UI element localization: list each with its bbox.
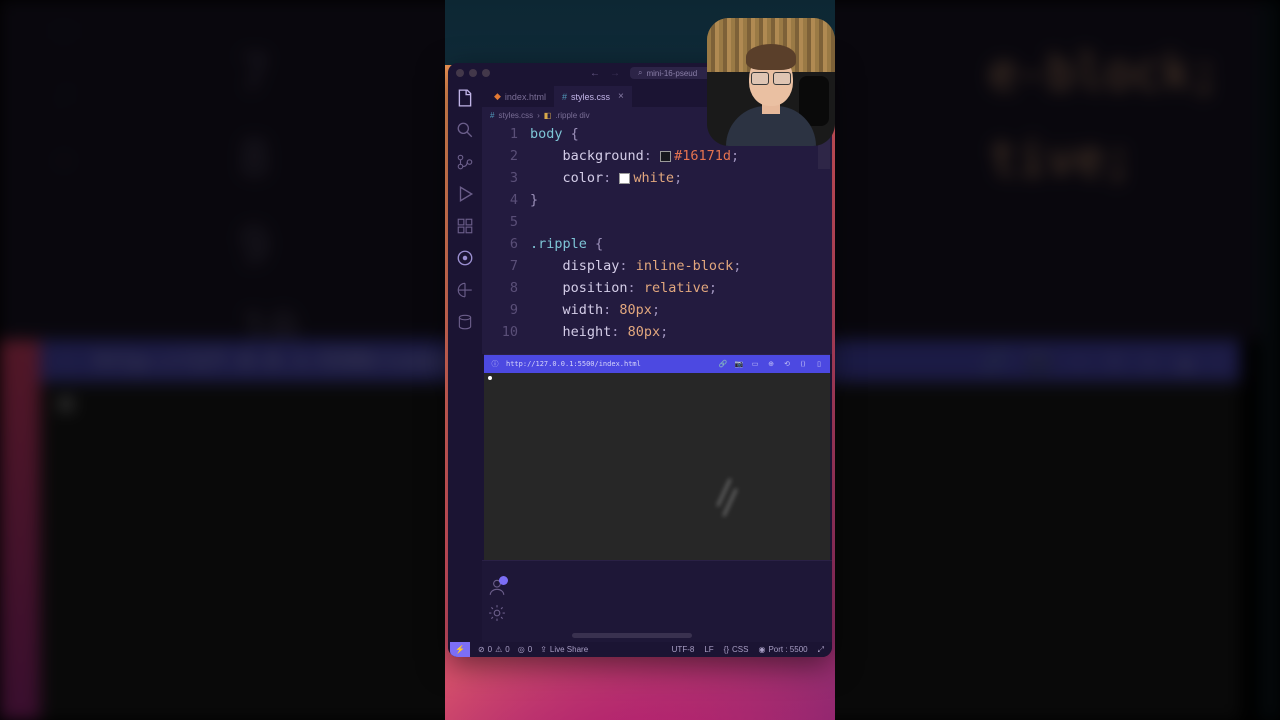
bottom-panel (482, 560, 832, 642)
tab-label: styles.css (571, 92, 610, 102)
info-icon[interactable]: ⓘ (490, 359, 500, 369)
extensions-icon[interactable] (456, 217, 474, 235)
notification-badge (499, 576, 508, 585)
browser-url[interactable]: http://127.0.0.1:5500/index.html (506, 360, 712, 368)
files-icon[interactable] (456, 89, 474, 107)
target-icon[interactable]: ⊕ (766, 359, 776, 369)
horizontal-scrollbar[interactable] (572, 633, 692, 638)
copilot-icon[interactable] (456, 249, 474, 267)
css-file-icon: # (490, 111, 494, 120)
close-icon[interactable] (456, 69, 464, 77)
search-icon[interactable] (456, 121, 474, 139)
minimize-icon[interactable] (469, 69, 477, 77)
foreground-window: ← → ⌕ mini-16-pseud (445, 0, 835, 720)
browser-viewport[interactable] (484, 373, 830, 560)
line-numbers: 12345678910 (482, 123, 530, 354)
language-indicator[interactable]: {}CSS (724, 645, 749, 655)
encoding-indicator[interactable]: UTF-8 (672, 645, 695, 655)
problems-indicator[interactable]: ⊘0 ⚠0 (478, 645, 510, 654)
minimap[interactable] (816, 123, 832, 354)
search-icon: ⌕ (638, 68, 642, 78)
refresh-icon[interactable]: ⟲ (782, 359, 792, 369)
remote-icon[interactable] (456, 281, 474, 299)
browser-toolbar: ⓘ http://127.0.0.1:5500/index.html 🔗 📷 ▭… (484, 355, 830, 373)
code-content[interactable]: body { background: #16171d; color: white… (530, 123, 832, 354)
webcam-overlay (707, 18, 835, 146)
remote-indicator[interactable]: ⚡ (450, 642, 470, 657)
bell-icon[interactable]: ⤢ (818, 645, 824, 655)
inspect-icon[interactable]: ⟨⟩ (798, 359, 808, 369)
account-icon[interactable] (488, 578, 506, 596)
html-file-icon: ◆ (494, 91, 501, 102)
warning-icon: ⚠ (495, 645, 502, 654)
database-icon[interactable] (456, 313, 474, 331)
nav-back-icon[interactable]: ← (590, 68, 600, 79)
breadcrumb-path: .ripple div (555, 111, 589, 120)
broadcast-icon: ◉ (758, 645, 765, 654)
error-icon: ⊘ (478, 645, 485, 654)
maximize-icon[interactable] (482, 69, 490, 77)
close-icon[interactable]: × (618, 91, 624, 102)
ripple-element (488, 376, 492, 380)
traffic-lights[interactable] (456, 69, 490, 77)
radio-icon: ◎ (518, 645, 525, 654)
tab-index-html[interactable]: ◆ index.html (486, 86, 554, 107)
browser-preview: ⓘ http://127.0.0.1:5500/index.html 🔗 📷 ▭… (484, 354, 830, 560)
live-server-indicator[interactable]: ◉Port : 5500 (758, 645, 807, 655)
devices-icon[interactable]: ▭ (750, 359, 760, 369)
css-file-icon: # (562, 92, 567, 102)
debug-icon[interactable] (456, 185, 474, 203)
panel-icon[interactable]: ▯ (814, 359, 824, 369)
nav-forward-icon[interactable]: → (610, 68, 620, 79)
git-icon[interactable] (456, 153, 474, 171)
person-avatar (726, 58, 816, 146)
gear-icon[interactable] (488, 604, 506, 622)
cursor-icon (709, 483, 745, 519)
symbol-icon: ◧ (544, 111, 552, 120)
link-icon[interactable]: 🔗 (718, 359, 728, 369)
ports-indicator[interactable]: ◎0 (518, 645, 532, 654)
code-editor[interactable]: 12345678910 body { background: #16171d; … (482, 123, 832, 354)
braces-icon: {} (724, 645, 729, 654)
eol-indicator[interactable]: LF (704, 645, 713, 655)
status-bar: ⚡ ⊘0 ⚠0 ◎0 ⇪Live Share UTF-8 LF {}CSS ◉P… (448, 642, 832, 657)
tab-styles-css[interactable]: # styles.css × (554, 86, 632, 107)
vscode-window: ← → ⌕ mini-16-pseud (448, 63, 832, 657)
search-text: mini-16-pseud (646, 69, 697, 78)
tab-label: index.html (505, 92, 546, 102)
live-share-icon: ⇪ (540, 645, 547, 654)
camera-icon[interactable]: 📷 (734, 359, 744, 369)
activity-bar (448, 83, 482, 642)
live-share-button[interactable]: ⇪Live Share (540, 645, 588, 654)
breadcrumb-file: styles.css (498, 111, 533, 120)
